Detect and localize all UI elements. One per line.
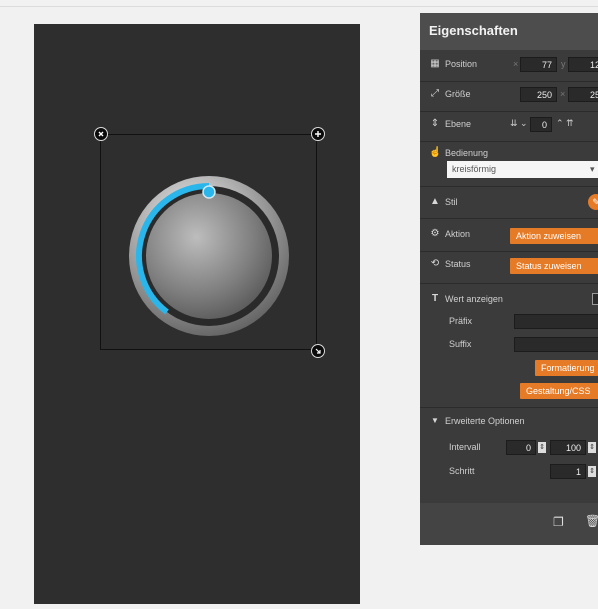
prefix-label: Präfix	[449, 316, 473, 326]
panel-footer: ❐ 🗑	[420, 503, 598, 545]
resize-icon[interactable]	[311, 344, 325, 358]
width-input[interactable]: 250	[520, 87, 557, 102]
position-label: Position	[445, 59, 478, 69]
divider	[420, 218, 598, 219]
step-row: Schritt 1 ⇕	[420, 464, 598, 481]
size-label: Größe	[445, 89, 471, 99]
size-row: ⤢ Größe 250 × 25	[420, 87, 598, 104]
collapse-triangle-icon[interactable]: ▼	[429, 415, 441, 427]
x-axis-label: ×	[513, 59, 519, 69]
interval-max-spinner[interactable]: ⇕	[588, 442, 596, 453]
interval-min-input[interactable]: 0	[506, 440, 536, 455]
layer-down-icon[interactable]: ⌄	[520, 118, 528, 129]
times-label: ×	[560, 89, 566, 99]
height-input[interactable]: 25	[568, 87, 598, 102]
status-label: Status	[445, 259, 471, 269]
suffix-label: Suffix	[449, 339, 472, 349]
interval-row: Intervall 0 ⇕ 100 ⇕	[420, 440, 598, 457]
close-icon[interactable]	[94, 127, 108, 141]
text-icon: T	[431, 293, 439, 304]
layer-bottom-icon[interactable]: ⇊	[510, 118, 518, 129]
panel-title: Eigenschaften	[429, 23, 518, 38]
layer-label: Ebene	[445, 119, 472, 129]
assign-action-button[interactable]: Aktion zuweisen	[510, 228, 598, 244]
step-label: Schritt	[449, 466, 475, 476]
assign-status-button[interactable]: Status zuweisen	[510, 258, 598, 274]
prefix-row: Präfix	[420, 314, 598, 331]
layer-row: ⇕ Ebene ⇊ ⌄ 0 ⌃ ⇈	[420, 117, 598, 134]
advanced-label[interactable]: Erweiterte Optionen	[445, 416, 525, 426]
suffix-row: Suffix	[420, 337, 598, 354]
layer-top-icon[interactable]: ⇈	[566, 118, 574, 129]
formatting-button[interactable]: Formatierung	[535, 360, 598, 376]
chevron-down-icon: ▾	[590, 164, 595, 174]
divider	[420, 407, 598, 408]
edit-pencil-icon[interactable]: ✎	[588, 194, 598, 210]
add-icon[interactable]	[311, 127, 325, 141]
layer-up-icon[interactable]: ⌃	[556, 118, 564, 129]
status-icon: ⟲	[430, 258, 440, 269]
divider	[420, 111, 598, 112]
style-row: ▲ Stil ✎	[420, 194, 598, 210]
trash-icon[interactable]: 🗑	[585, 514, 598, 528]
properties-panel: Eigenschaften ▦ Position × 77 y 12 ⤢ Grö…	[420, 13, 598, 545]
action-gear-icon: ⚙	[430, 228, 440, 239]
knob-face	[146, 193, 272, 319]
divider	[420, 283, 598, 284]
style-icon: ▲	[430, 196, 440, 207]
divider	[420, 141, 598, 142]
show-value-checkbox[interactable]	[592, 293, 598, 305]
duplicate-icon[interactable]: ❐	[553, 515, 564, 529]
control-select[interactable]: kreisförmig ▾	[447, 161, 598, 178]
divider	[420, 251, 598, 252]
interval-max-input[interactable]: 100	[550, 440, 586, 455]
action-label: Aktion	[445, 229, 471, 239]
show-value-label: Wert anzeigen	[445, 294, 503, 304]
show-value-row: T Wert anzeigen	[420, 293, 598, 307]
top-divider	[0, 6, 598, 7]
interval-min-spinner[interactable]: ⇕	[538, 442, 546, 453]
prefix-input[interactable]	[514, 314, 598, 329]
position-y-input[interactable]: 12	[568, 57, 598, 72]
knob-indicator	[202, 185, 216, 199]
styling-css-button[interactable]: Gestaltung/CSS	[520, 383, 598, 399]
style-label: Stil	[445, 197, 458, 207]
position-row: ▦ Position × 77 y 12	[420, 57, 598, 74]
status-row: ⟲ Status Status zuweisen	[420, 258, 598, 274]
layer-icon: ⇕	[430, 118, 440, 129]
position-icon: ▦	[430, 58, 440, 69]
y-axis-label: y	[561, 59, 566, 69]
size-icon: ⤢	[431, 88, 439, 99]
suffix-input[interactable]	[514, 337, 598, 352]
position-x-input[interactable]: 77	[520, 57, 557, 72]
panel-header: Eigenschaften	[420, 13, 598, 50]
divider	[420, 81, 598, 82]
step-input[interactable]: 1	[550, 464, 586, 479]
advanced-row[interactable]: ▼ Erweiterte Optionen	[420, 415, 598, 429]
control-icon: ☝	[429, 147, 442, 158]
divider	[420, 186, 598, 187]
step-spinner[interactable]: ⇕	[588, 466, 596, 477]
control-row: ☝ Bedienung	[420, 147, 598, 161]
control-label: Bedienung	[445, 148, 489, 158]
control-select-value: kreisförmig	[452, 164, 497, 174]
layer-input[interactable]: 0	[530, 117, 552, 132]
action-row: ⚙ Aktion Aktion zuweisen	[420, 228, 598, 244]
interval-label: Intervall	[449, 442, 481, 452]
rotary-knob[interactable]	[125, 172, 293, 340]
